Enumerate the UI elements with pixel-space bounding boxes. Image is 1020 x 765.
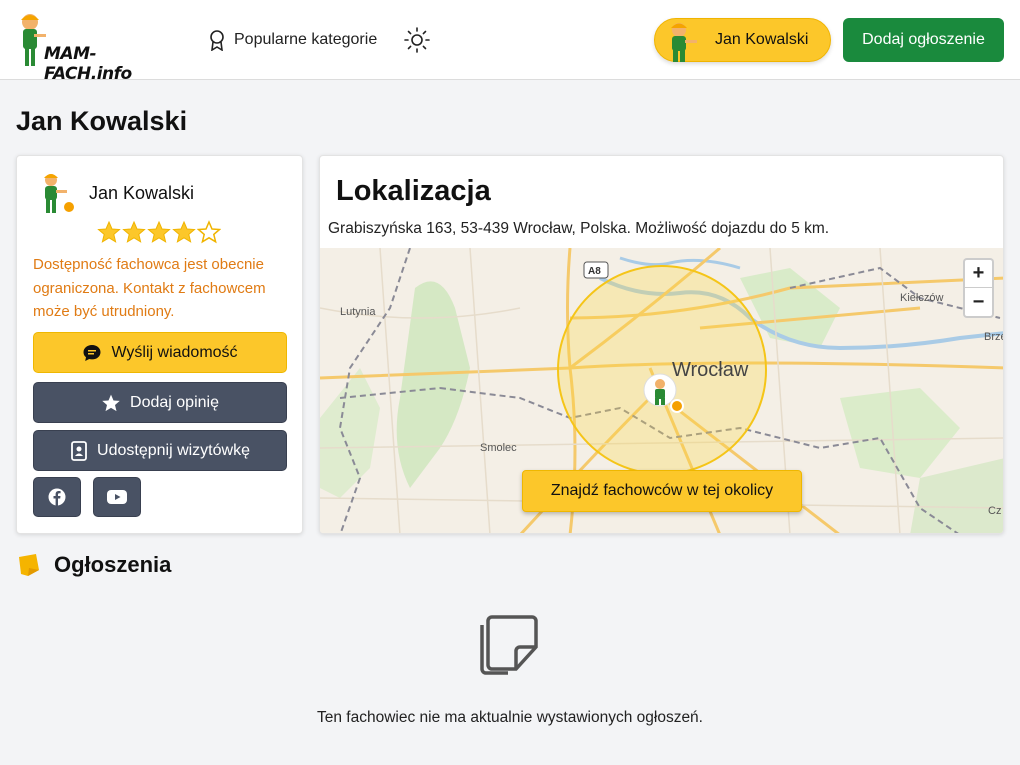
map-label-wroclaw: Wrocław (672, 359, 749, 381)
location-address: Grabiszyńska 163, 53-439 Wrocław, Polska… (328, 220, 830, 237)
star-empty-icon (197, 220, 221, 244)
chat-icon (83, 344, 101, 361)
nav-categories-label: Popularne kategorie (234, 31, 378, 48)
profile-name: Jan Kowalski (89, 183, 195, 203)
rating-stars (97, 220, 221, 244)
availability-notice: Dostępność fachowca jest obecnie ogranic… (33, 256, 266, 320)
add-review-button[interactable]: Dodaj opinię (33, 382, 287, 423)
sun-icon (404, 27, 430, 53)
award-icon (210, 30, 224, 51)
theme-toggle[interactable] (403, 26, 431, 54)
map-label-cz: Cz (988, 505, 1001, 517)
star-filled-icon (122, 220, 146, 243)
youtube-icon (107, 490, 127, 504)
ads-title-label: Ogłoszenia (54, 552, 172, 577)
map-label-brz: Brze (984, 331, 1004, 343)
sticky-note-icon (19, 554, 39, 576)
map-label-kielczow: Kiełczów (900, 292, 943, 304)
site-logo[interactable]: MAM-FACH.info (14, 10, 164, 84)
map-label-smolec: Smolec (480, 442, 517, 454)
profile-card: Jan Kowalski Dostępność fachowca jest ob… (16, 155, 303, 534)
map-label-a8: A8 (588, 266, 601, 277)
facebook-icon (48, 488, 66, 506)
share-card-button[interactable]: Udostępnij wizytówkę (33, 430, 287, 471)
user-name-label: Jan Kowalski (715, 31, 809, 48)
profile-avatar (44, 174, 76, 214)
add-review-label: Dodaj opinię (130, 393, 219, 411)
nav-popular-categories[interactable]: Popularne kategorie (208, 28, 377, 52)
send-message-label: Wyślij wiadomość (111, 343, 238, 361)
find-nearby-button[interactable]: Znajdź fachowców w tej okolicy (522, 470, 802, 512)
youtube-button[interactable] (93, 477, 141, 517)
map-view[interactable]: A8 Wrocław Lutynia Smolec Kiełczów Brze … (320, 246, 1004, 533)
location-card: Lokalizacja Grabiszyńska 163, 53-439 Wro… (319, 155, 1004, 534)
logo-text: MAM-FACH.info (44, 44, 132, 84)
facebook-button[interactable] (33, 477, 81, 517)
ads-empty-message: Ten fachowiec nie ma aktualnie wystawion… (317, 709, 703, 726)
star-filled-icon (172, 220, 196, 243)
top-navbar: MAM-FACH.info Popularne kategorie Jan Ko… (0, 0, 1020, 84)
star-icon (102, 394, 120, 411)
empty-notes-icon (480, 615, 538, 675)
map-zoom-control: + − (963, 258, 994, 318)
send-message-button[interactable]: Wyślij wiadomość (33, 332, 287, 373)
status-dot (62, 200, 76, 214)
ads-section-title: Ogłoszenia (16, 552, 171, 578)
star-filled-icon (147, 220, 171, 243)
star-filled-icon (97, 220, 121, 243)
add-listing-button[interactable]: Dodaj ogłoszenie (843, 18, 1004, 62)
location-title: Lokalizacja (336, 175, 491, 207)
page-title: Jan Kowalski (16, 106, 188, 136)
user-menu-button[interactable]: Jan Kowalski (654, 18, 831, 62)
id-card-icon (71, 440, 87, 461)
user-avatar-icon (671, 23, 697, 62)
map-label-lutynia: Lutynia (340, 306, 376, 318)
zoom-out-button[interactable]: − (965, 288, 992, 316)
zoom-in-button[interactable]: + (965, 260, 992, 288)
share-card-label: Udostępnij wizytówkę (97, 441, 250, 459)
